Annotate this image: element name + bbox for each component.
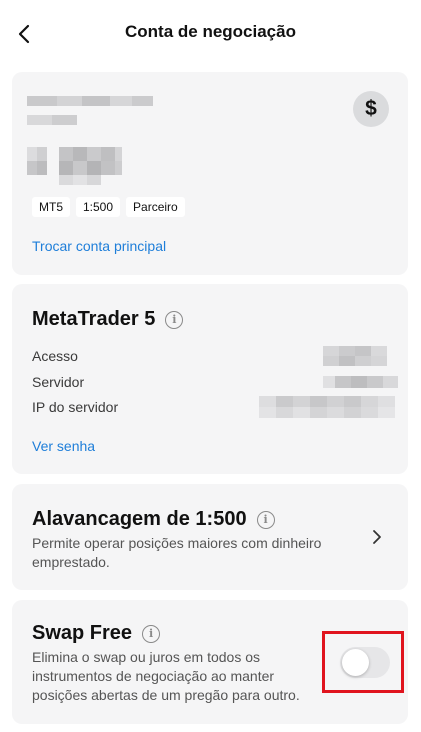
swap-title: Swap Free i [32,622,161,645]
login-value-masked [323,346,387,366]
server-ip-value-masked [259,396,395,418]
leverage-description: Permite operar posições maiores com dinh… [32,535,322,570]
view-password-link[interactable]: Ver senha [32,438,95,454]
account-name-masked [27,96,153,106]
swap-title-text: Swap Free [32,622,133,644]
mt5-title-text: MetaTrader 5 [32,308,156,330]
account-tags: MT5 1:500 Parceiro [32,197,185,217]
leverage-title-text: Alavancagem de 1:500 [32,508,247,530]
mt5-title: MetaTrader 5 i [32,308,184,331]
info-icon[interactable]: i [256,510,275,529]
info-icon[interactable]: i [142,624,161,643]
page-title: Conta de negociação [125,22,296,41]
swap-description: Elimina o swap ou juros em todos os inst… [32,649,300,703]
tag-leverage: 1:500 [76,197,121,217]
leverage-card[interactable]: Alavancagem de 1:500 i Permite operar po… [12,484,408,590]
account-card: $ MT5 1:500 Parceiro Trocar conta princi… [12,72,408,275]
login-label: Acesso [32,348,78,364]
header: Conta de negociação [0,0,421,68]
highlight-box [322,631,404,693]
leverage-title: Alavancagem de 1:500 i [32,508,275,531]
server-value-masked [323,376,398,388]
tag-platform: MT5 [32,197,70,217]
tag-type: Parceiro [126,197,185,217]
info-icon[interactable]: i [165,310,184,329]
chevron-right-icon[interactable] [369,528,385,546]
server-ip-label: IP do servidor [32,399,119,415]
mt5-card: MetaTrader 5 i Acesso Servidor IP do ser… [12,284,408,474]
switch-account-link[interactable]: Trocar conta principal [32,238,166,254]
dollar-icon: $ [353,91,389,127]
account-number-masked [27,115,77,125]
server-label: Servidor [32,374,85,390]
account-balance-masked [27,147,122,185]
